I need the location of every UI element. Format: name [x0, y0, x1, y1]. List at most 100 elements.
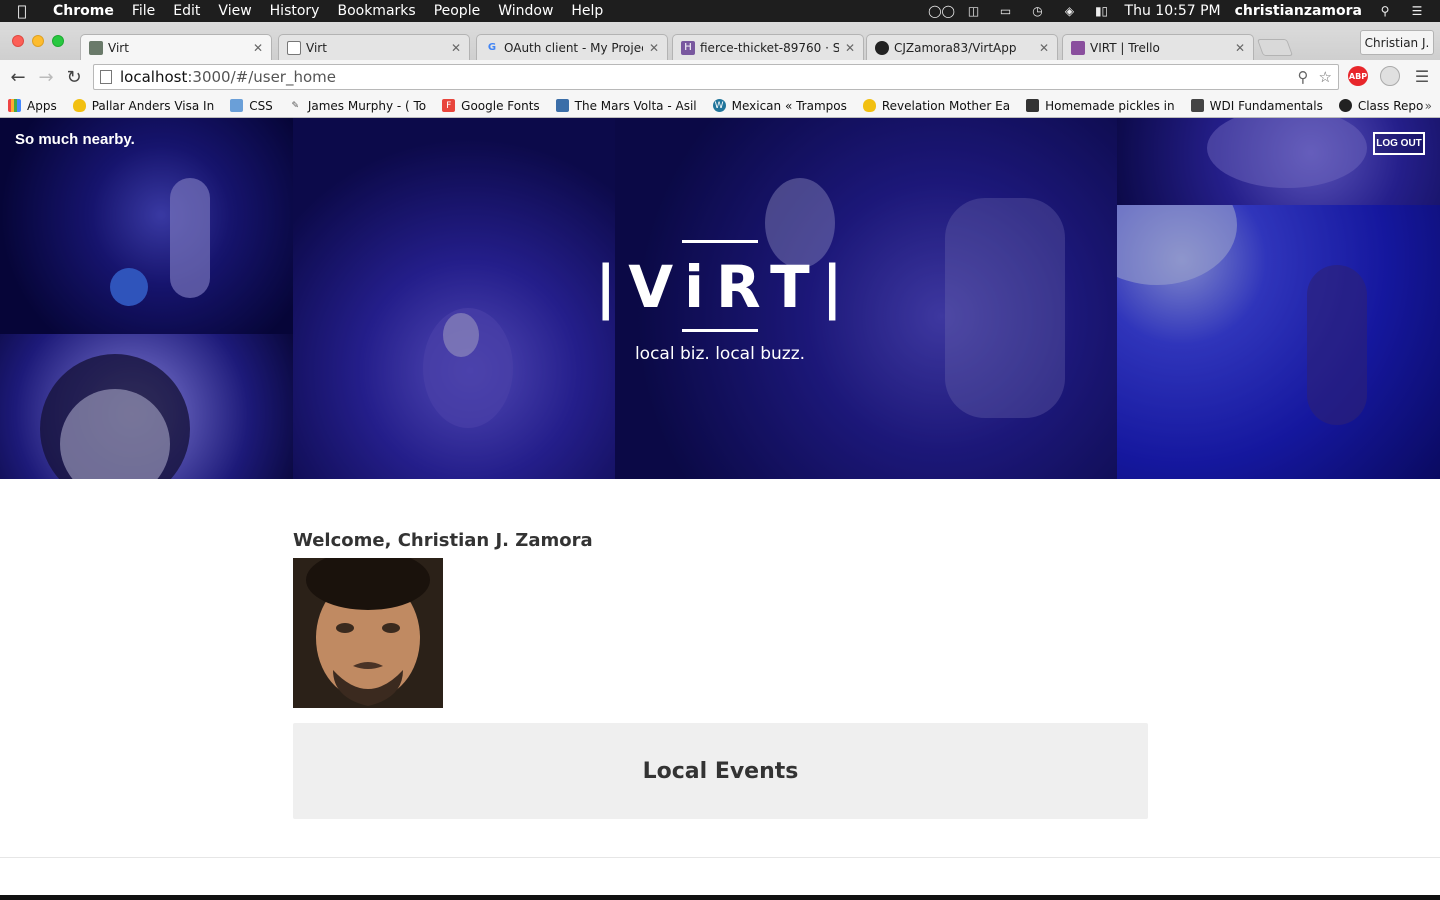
- apple-menu-icon[interactable]: : [0, 2, 44, 20]
- adblock-plus-icon[interactable]: ABP: [1348, 66, 1368, 86]
- logout-button[interactable]: LOG OUT: [1373, 132, 1425, 155]
- bookmark-homemade-pickles[interactable]: Homemade pickles in: [1026, 99, 1175, 113]
- battery-icon[interactable]: ▮▯: [1093, 4, 1111, 18]
- close-icon[interactable]: ✕: [451, 41, 461, 55]
- notification-center-icon[interactable]: ☰: [1408, 4, 1426, 18]
- pen-icon: ✎: [291, 100, 300, 111]
- apps-grid-icon: [8, 99, 21, 112]
- welcome-heading: Welcome, Christian J. Zamora: [293, 530, 593, 551]
- menu-bookmarks[interactable]: Bookmarks: [328, 3, 424, 19]
- close-icon[interactable]: ✕: [253, 41, 263, 55]
- menubar-clock[interactable]: Thu 10:57 PM: [1125, 3, 1221, 19]
- page-icon: [287, 40, 301, 55]
- folder-icon: [230, 99, 244, 112]
- tab-oauth-client[interactable]: G OAuth client - My Project ✕: [476, 34, 668, 60]
- profile-button[interactable]: Christian J.: [1360, 30, 1434, 55]
- heroku-icon: H: [681, 40, 695, 55]
- url-path: :3000/#/user_home: [187, 68, 336, 86]
- time-machine-icon[interactable]: ◷: [1029, 4, 1047, 18]
- tab-trello[interactable]: VIRT | Trello ✕: [1062, 34, 1254, 60]
- user-avatar: [293, 558, 443, 708]
- glasses-icon[interactable]: ◯◯: [928, 4, 955, 18]
- bookmark-mexican-trampos[interactable]: W Mexican « Trampos: [712, 99, 847, 113]
- bookmark-wdi-fundamentals[interactable]: WDI Fundamentals: [1190, 99, 1323, 113]
- close-window-button[interactable]: [12, 35, 24, 47]
- zoom-window-button[interactable]: [52, 35, 64, 47]
- url-host: localhost: [120, 68, 188, 86]
- html5-shield-icon[interactable]: ◫: [965, 4, 983, 18]
- google-icon: G: [487, 42, 497, 53]
- spotlight-search-icon[interactable]: ⚲: [1376, 4, 1394, 18]
- macos-menubar:  Chrome File Edit View History Bookmark…: [0, 0, 1440, 22]
- menu-edit[interactable]: Edit: [164, 3, 209, 19]
- bookmark-james-murphy[interactable]: ✎ James Murphy - ( To: [289, 99, 427, 113]
- shield-icon: [862, 99, 876, 112]
- tab-title: CJZamora83/VirtApp: [894, 40, 1017, 55]
- wifi-icon[interactable]: ◈: [1061, 4, 1079, 18]
- tab-heroku[interactable]: H fierce-thicket-89760 · Sett ✕: [672, 34, 864, 60]
- avatar-portrait-icon: [293, 558, 443, 708]
- logo-bottom-rule: [682, 329, 758, 332]
- close-icon[interactable]: ✕: [1235, 41, 1245, 55]
- close-icon[interactable]: ✕: [1039, 41, 1049, 55]
- forward-arrow-icon[interactable]: →: [32, 67, 60, 88]
- tab-title: OAuth client - My Project: [504, 40, 643, 55]
- bookmark-folder-css[interactable]: CSS: [230, 99, 273, 113]
- bookmark-revelation-mother[interactable]: Revelation Mother Ea: [862, 99, 1010, 113]
- window-bottom-edge: [0, 895, 1440, 900]
- local-events-title: Local Events: [642, 758, 799, 784]
- bookmark-star-icon[interactable]: ☆: [1319, 68, 1332, 86]
- menu-app-name[interactable]: Chrome: [44, 3, 123, 19]
- address-bar[interactable]: localhost:3000/#/user_home ⚲ ☆: [93, 64, 1339, 90]
- tab-title: fierce-thicket-89760 · Sett: [700, 40, 839, 55]
- logo-top-rule: [682, 240, 758, 243]
- close-icon[interactable]: ✕: [845, 41, 855, 55]
- new-tab-button[interactable]: [1256, 39, 1294, 56]
- tab-title: Virt: [306, 40, 327, 55]
- zoom-search-icon[interactable]: ⚲: [1298, 68, 1309, 86]
- tab-title: Virt: [108, 40, 129, 55]
- google-fonts-icon: F: [442, 99, 456, 112]
- bookmark-apps[interactable]: Apps: [8, 99, 57, 113]
- tab-virt[interactable]: Virt ✕: [278, 34, 470, 60]
- page-info-icon[interactable]: [100, 70, 112, 84]
- bookmark-mars-volta[interactable]: The Mars Volta - Asil: [555, 99, 697, 113]
- menu-history[interactable]: History: [261, 3, 329, 19]
- bookmarks-overflow-chevron-icon[interactable]: »: [1425, 99, 1432, 113]
- hero-banner: So much nearby. LOG OUT |ViRT| local biz…: [0, 118, 1440, 479]
- browser-chrome: Virt ✕ Virt ✕ G OAuth client - My Projec…: [0, 22, 1440, 118]
- menu-file[interactable]: File: [123, 3, 164, 19]
- bookmark-class-repo[interactable]: Class Repo: [1338, 99, 1423, 113]
- logo-tagline: local biz. local buzz.: [634, 344, 806, 364]
- browser-toolbar: ← → ↻ localhost:3000/#/user_home ⚲ ☆ ABP…: [0, 60, 1440, 94]
- bookmark-pallar-anders[interactable]: Pallar Anders Visa In: [72, 99, 214, 113]
- back-arrow-icon[interactable]: ←: [4, 67, 32, 88]
- tab-title: VIRT | Trello: [1090, 40, 1160, 55]
- close-icon[interactable]: ✕: [649, 41, 659, 55]
- trello-icon: [1071, 40, 1085, 55]
- minimize-window-button[interactable]: [32, 35, 44, 47]
- tab-virt-active[interactable]: Virt ✕: [80, 34, 272, 60]
- bookmark-google-fonts[interactable]: F Google Fonts: [442, 99, 540, 113]
- wordpress-icon: W: [712, 99, 726, 112]
- menubar-username[interactable]: christianzamora: [1235, 3, 1362, 19]
- tab-github-virtapp[interactable]: CJZamora83/VirtApp ✕: [866, 34, 1058, 60]
- page-viewport: So much nearby. LOG OUT |ViRT| local biz…: [0, 118, 1440, 900]
- nav-tagline: So much nearby.: [15, 131, 135, 148]
- menu-window[interactable]: Window: [489, 3, 562, 19]
- book-icon: [1190, 99, 1204, 112]
- ghostery-icon[interactable]: [1380, 66, 1400, 86]
- airplay-icon[interactable]: ▭: [997, 4, 1015, 18]
- menu-view[interactable]: View: [209, 3, 260, 19]
- menu-people[interactable]: People: [425, 3, 490, 19]
- bird-icon: [555, 99, 569, 112]
- chrome-menu-icon[interactable]: ☰: [1412, 66, 1432, 86]
- local-events-panel: Local Events: [293, 723, 1148, 819]
- github-icon: [1338, 99, 1352, 112]
- tab-strip: Virt ✕ Virt ✕ G OAuth client - My Projec…: [0, 22, 1440, 60]
- virt-logo[interactable]: |ViRT| local biz. local buzz.: [560, 240, 880, 364]
- reload-icon[interactable]: ↻: [60, 67, 88, 88]
- menu-help[interactable]: Help: [562, 3, 612, 19]
- virt-favicon-icon: [89, 40, 103, 55]
- bookmarks-bar: Apps Pallar Anders Visa In CSS ✎ James M…: [0, 94, 1440, 118]
